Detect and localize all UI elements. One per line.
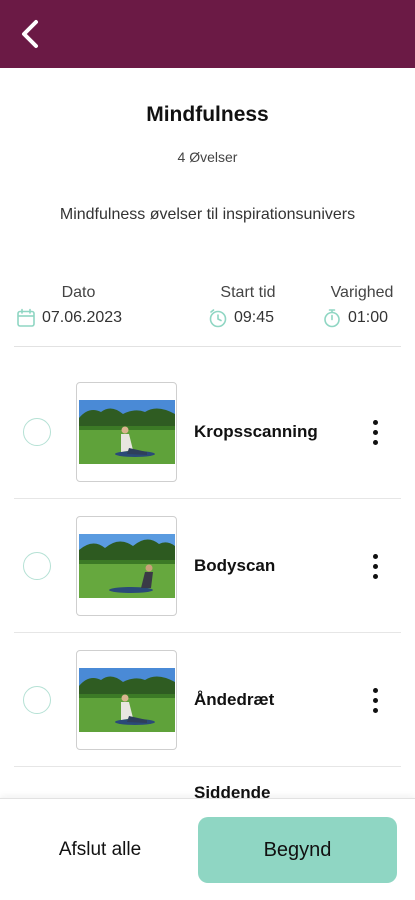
more-options-button[interactable] <box>360 546 390 586</box>
row-divider <box>14 766 401 767</box>
bottom-action-bar: Afslut alle Begynd <box>0 798 415 900</box>
more-vert-icon <box>372 687 378 693</box>
exercise-thumbnail <box>76 382 177 482</box>
chevron-left-icon <box>22 20 38 48</box>
start-button[interactable]: Begynd <box>198 817 397 883</box>
exercise-thumbnail <box>76 516 177 616</box>
exercise-select-radio[interactable] <box>23 552 51 580</box>
end-all-button[interactable]: Afslut alle <box>20 817 180 883</box>
info-divider <box>14 346 401 347</box>
date-value: 07.06.2023 <box>42 309 123 326</box>
date-info: Dato 07.06.2023 <box>16 284 141 328</box>
top-app-bar <box>0 0 415 68</box>
exercise-row[interactable]: Bodyscan <box>0 499 415 633</box>
exercise-name-partial: Siddende <box>194 785 271 799</box>
more-vert-icon <box>372 419 378 425</box>
more-options-button[interactable] <box>360 680 390 720</box>
exercise-name: Kropsscanning <box>194 422 318 441</box>
exercise-select-radio[interactable] <box>23 418 51 446</box>
exercise-name: Bodyscan <box>194 556 276 575</box>
stopwatch-icon <box>324 309 340 328</box>
exercise-row[interactable]: Kropsscanning <box>0 365 415 499</box>
clock-icon <box>209 309 227 328</box>
duration-value: 01:00 <box>348 309 389 326</box>
page-title: Mindfulness <box>146 103 269 126</box>
program-description: Mindfulness øvelser til inspirationsuniv… <box>59 206 356 223</box>
exercise-thumbnail <box>76 650 177 750</box>
exercise-row[interactable]: Åndedræt <box>0 633 415 767</box>
duration-info: Varighed 01:00 <box>322 284 402 328</box>
start-time-label: Start tid <box>220 284 276 301</box>
calendar-icon <box>17 308 35 327</box>
exercise-count: 4 Øvelser <box>177 149 238 165</box>
more-options-button[interactable] <box>360 412 390 452</box>
exercise-name: Åndedræt <box>194 690 275 709</box>
back-button[interactable] <box>10 14 50 54</box>
duration-label: Varighed <box>330 284 394 301</box>
start-time-info: Start tid 09:45 <box>208 284 288 328</box>
exercise-select-radio[interactable] <box>23 686 51 714</box>
date-label: Dato <box>61 284 96 301</box>
start-time-value: 09:45 <box>234 309 275 326</box>
more-vert-icon <box>372 553 378 559</box>
